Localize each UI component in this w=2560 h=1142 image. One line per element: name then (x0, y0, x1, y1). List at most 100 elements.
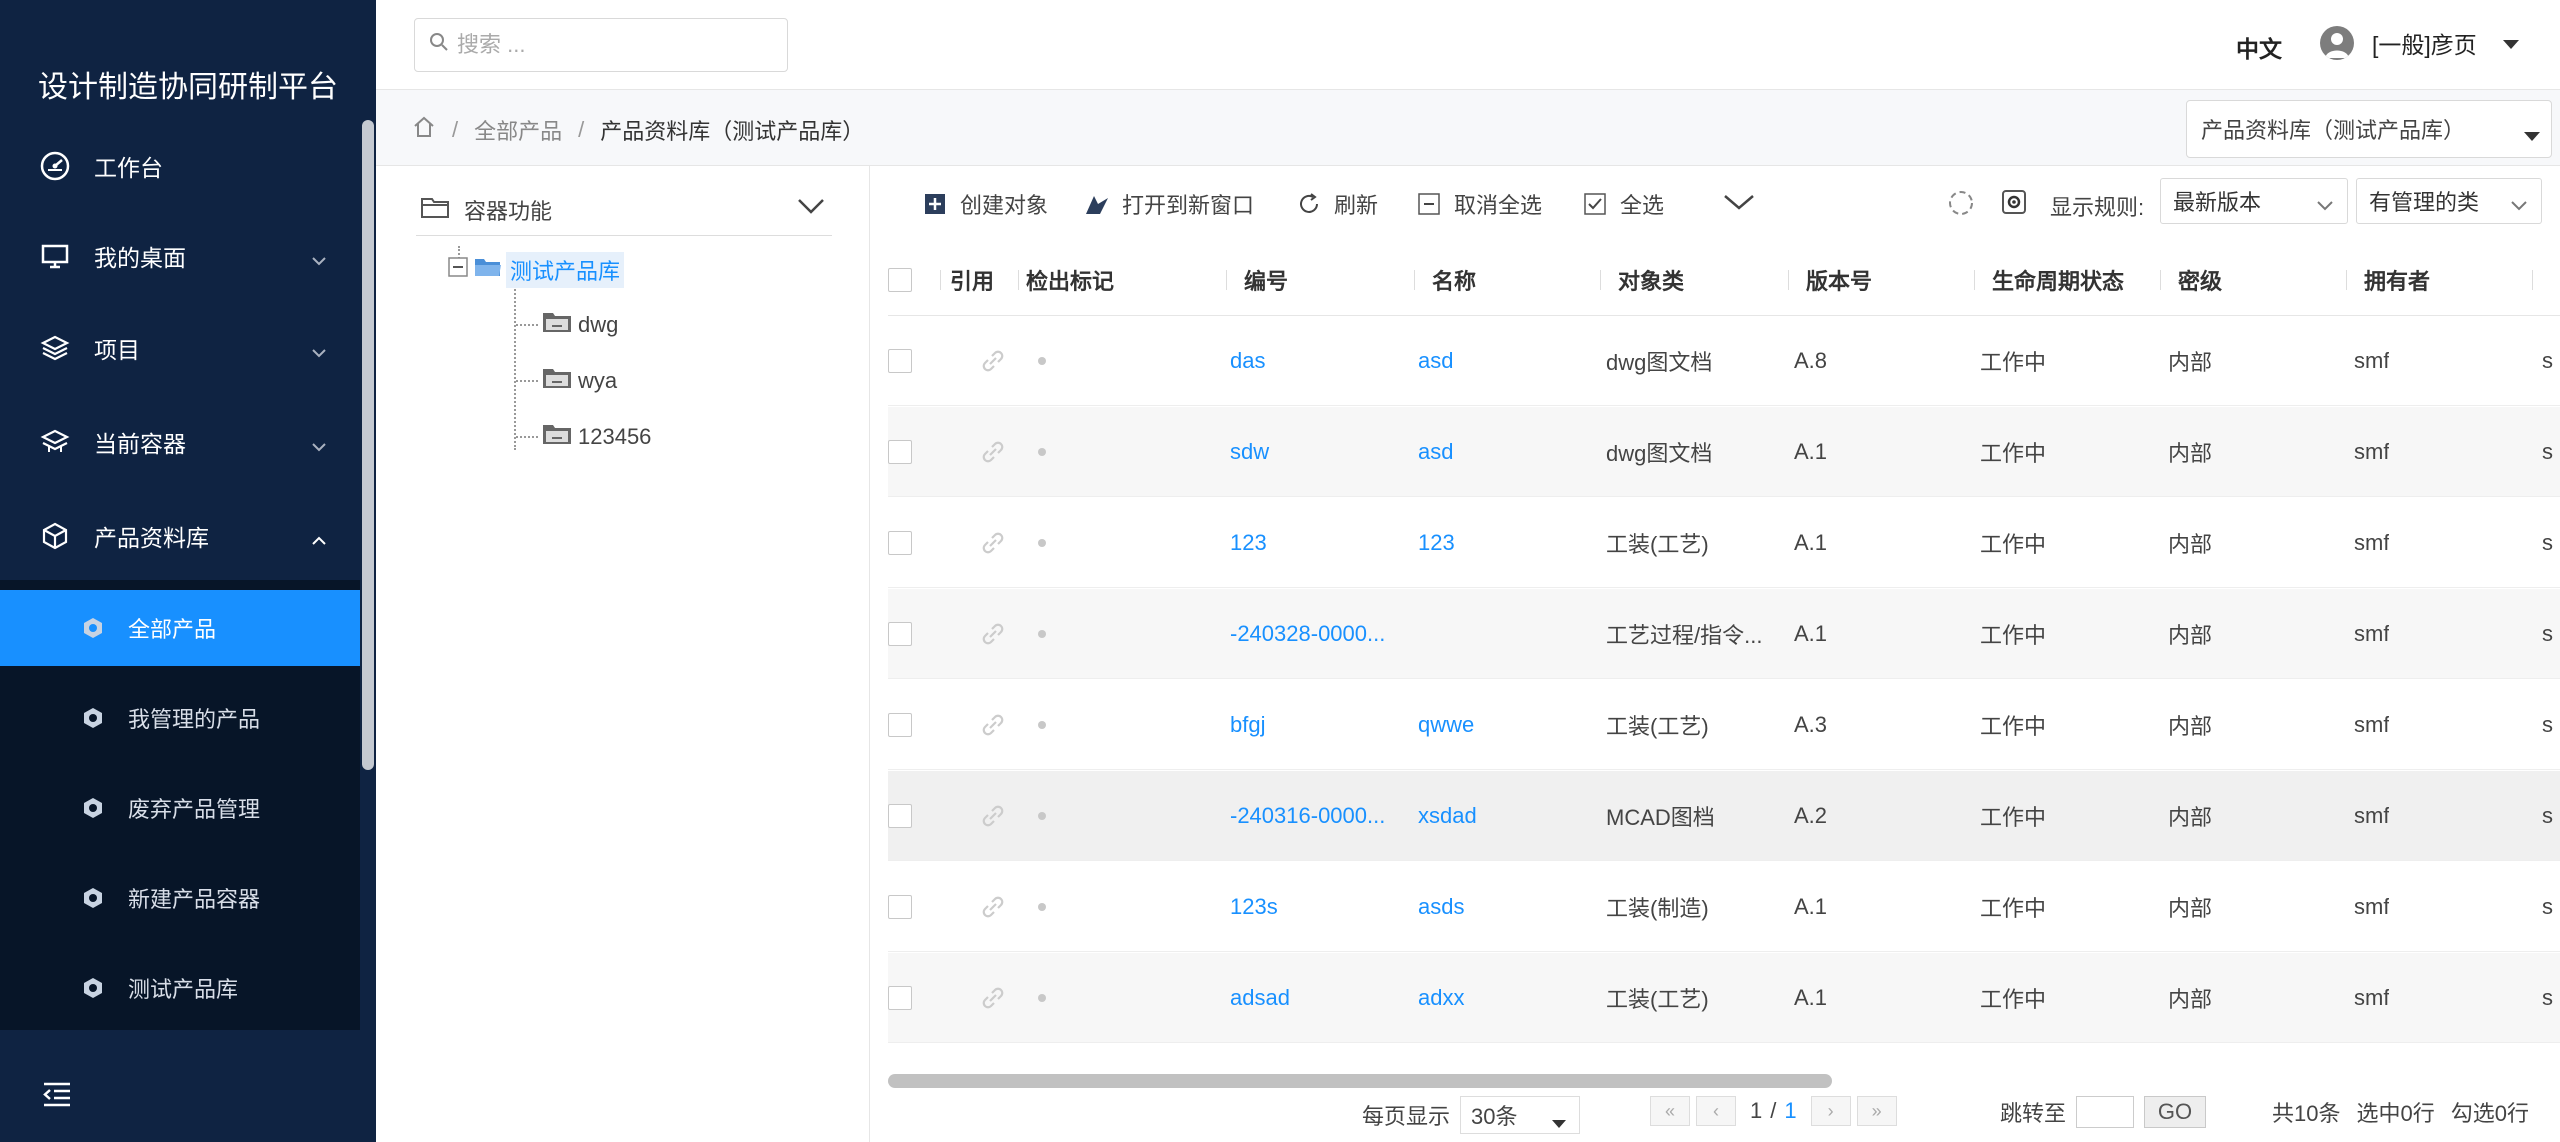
row-secret: 内部 (2168, 987, 2213, 1012)
column-header-owner[interactable]: 拥有者 (2364, 244, 2430, 316)
tree-connector (516, 436, 538, 438)
last-page-button[interactable]: » (1856, 1096, 1897, 1126)
tree-node-child[interactable]: 123456 (542, 422, 651, 452)
prev-page-button[interactable]: ‹ (1696, 1096, 1736, 1126)
tree-node-child[interactable]: dwg (542, 310, 618, 340)
row-number-link[interactable]: das (1230, 316, 1400, 406)
row-number-link[interactable]: -240316-0000... (1230, 771, 1400, 861)
main-panel: 创建对象 打开到新窗口 刷新 取消全选 全选 显示规则: 最新版本 有管理的类 … (870, 166, 2560, 1142)
deselect-all-button[interactable]: 取消全选 (1416, 188, 1542, 220)
sidebar-subitem-my-managed[interactable]: 我管理的产品 (0, 680, 360, 756)
sidebar-item-project[interactable]: 项目 (0, 306, 360, 390)
sidebar-subitem-discarded[interactable]: 废弃产品管理 (0, 770, 360, 846)
class-select[interactable]: 有管理的类 (2356, 178, 2542, 224)
library-select[interactable]: 产品资料库（测试产品库） (2186, 100, 2552, 158)
row-number-link[interactable]: 123s (1230, 862, 1400, 952)
sidebar-scrollbar[interactable] (360, 120, 376, 770)
go-button[interactable]: GO (2144, 1096, 2207, 1128)
column-header-checkout[interactable]: 检出标记 (1026, 244, 1114, 316)
row-checkbox[interactable] (888, 531, 912, 555)
link-icon[interactable] (978, 316, 1008, 406)
table-row[interactable]: -240316-0000... xsdad MCAD图档 A.2 工作中 内部 … (888, 771, 2560, 861)
column-header-ref[interactable]: 引用 (950, 244, 994, 316)
next-page-button[interactable]: › (1810, 1096, 1851, 1126)
row-name-link[interactable] (1418, 589, 1588, 679)
row-checkbox[interactable] (888, 349, 912, 373)
refresh-button[interactable]: 刷新 (1296, 188, 1378, 220)
select-all-button[interactable]: 全选 (1582, 188, 1664, 220)
table-row[interactable]: -240328-0000... 工艺过程/指令... A.1 工作中 内部 sm… (888, 589, 2560, 679)
row-number-link[interactable]: 123 (1230, 498, 1400, 588)
row-number-link[interactable]: bfgj (1230, 680, 1400, 770)
user-menu[interactable]: [一般]彦页 (2320, 26, 2521, 60)
language-switch[interactable]: 中文 (2236, 30, 2282, 64)
column-header-type[interactable]: 对象类 (1618, 244, 1684, 316)
sidebar-subitem-all-products[interactable]: 全部产品 (0, 590, 360, 666)
create-object-button[interactable]: 创建对象 (922, 188, 1048, 220)
collapse-menu-icon[interactable] (40, 1078, 74, 1112)
sidebar-item-workbench[interactable]: 工作台 (0, 124, 360, 208)
breadcrumb-item[interactable]: 全部产品 (474, 114, 562, 146)
per-page-select[interactable]: 30条 (1460, 1096, 1581, 1134)
sidebar-item-my-desktop[interactable]: 我的桌面 (0, 214, 360, 298)
link-icon[interactable] (978, 771, 1008, 861)
row-name-link[interactable]: xsdad (1418, 771, 1588, 861)
row-type: 工装(制造) (1606, 896, 1709, 921)
column-header-version[interactable]: 版本号 (1806, 244, 1872, 316)
link-icon[interactable] (978, 589, 1008, 679)
row-checkbox[interactable] (888, 622, 912, 646)
link-icon[interactable] (978, 407, 1008, 497)
row-number-link[interactable]: -240328-0000... (1230, 589, 1400, 679)
table-row[interactable]: das asd dwg图文档 A.8 工作中 内部 smf s (888, 316, 2560, 406)
checkout-dot (1038, 316, 1046, 406)
table-row[interactable]: bfgj qwwe 工装(工艺) A.3 工作中 内部 smf s (888, 680, 2560, 770)
table-row[interactable]: sdw asd dwg图文档 A.1 工作中 内部 smf s (888, 407, 2560, 497)
more-chevron-icon[interactable] (1722, 192, 1756, 212)
tree-node-root[interactable]: 测试产品库 (446, 252, 625, 288)
row-name-link[interactable]: 123 (1418, 498, 1588, 588)
row-checkbox[interactable] (888, 440, 912, 464)
table-row[interactable]: 123s asds 工装(制造) A.1 工作中 内部 smf s (888, 862, 2560, 952)
link-icon[interactable] (978, 498, 1008, 588)
row-name-link[interactable]: qwwe (1418, 680, 1588, 770)
sidebar-subitem-new-container[interactable]: 新建产品容器 (0, 860, 360, 936)
row-checkbox[interactable] (888, 713, 912, 737)
scrollbar-thumb[interactable] (362, 120, 374, 770)
link-icon[interactable] (978, 680, 1008, 770)
row-name-link[interactable]: asd (1418, 316, 1588, 406)
search-box[interactable] (414, 18, 788, 72)
link-icon[interactable] (978, 862, 1008, 952)
row-name-link[interactable]: adxx (1418, 953, 1588, 1043)
row-name-link[interactable]: asds (1418, 862, 1588, 952)
row-number-link[interactable]: sdw (1230, 407, 1400, 497)
select-all-checkbox[interactable] (888, 268, 912, 292)
settings-icon[interactable] (2000, 188, 2028, 216)
sidebar-item-current-container[interactable]: 当前容器 (0, 400, 360, 484)
chevron-down-icon[interactable] (796, 196, 826, 222)
version-select[interactable]: 最新版本 (2160, 178, 2348, 224)
column-header-name[interactable]: 名称 (1432, 244, 1476, 316)
first-page-button[interactable]: « (1650, 1096, 1690, 1126)
open-new-window-button[interactable]: 打开到新窗口 (1084, 188, 1254, 220)
column-header-lifecycle[interactable]: 生命周期状态 (1992, 244, 2124, 316)
search-input[interactable] (457, 32, 777, 58)
row-name-link[interactable]: asd (1418, 407, 1588, 497)
tree-header[interactable]: 容器功能 (416, 184, 832, 236)
column-header-secret[interactable]: 密级 (2178, 244, 2222, 316)
row-number-link[interactable]: adsad (1230, 953, 1400, 1043)
loading-icon[interactable] (1946, 188, 1976, 218)
column-header-number[interactable]: 编号 (1244, 244, 1288, 316)
home-icon[interactable] (412, 115, 436, 145)
link-icon[interactable] (978, 953, 1008, 1043)
jump-page-input[interactable] (2076, 1096, 2135, 1128)
horizontal-scrollbar[interactable] (888, 1074, 1832, 1088)
row-checkbox[interactable] (888, 895, 912, 919)
table-row[interactable]: 123 123 工装(工艺) A.1 工作中 内部 smf s (888, 498, 2560, 588)
collapse-toggle-icon[interactable] (446, 255, 470, 285)
row-checkbox[interactable] (888, 804, 912, 828)
row-checkbox[interactable] (888, 986, 912, 1010)
tree-node-child[interactable]: wya (542, 366, 617, 396)
sidebar-item-product-library[interactable]: 产品资料库 (0, 494, 360, 578)
sidebar-subitem-test-library[interactable]: 测试产品库 (0, 950, 360, 1026)
table-row[interactable]: adsad adxx 工装(工艺) A.1 工作中 内部 smf s (888, 953, 2560, 1043)
